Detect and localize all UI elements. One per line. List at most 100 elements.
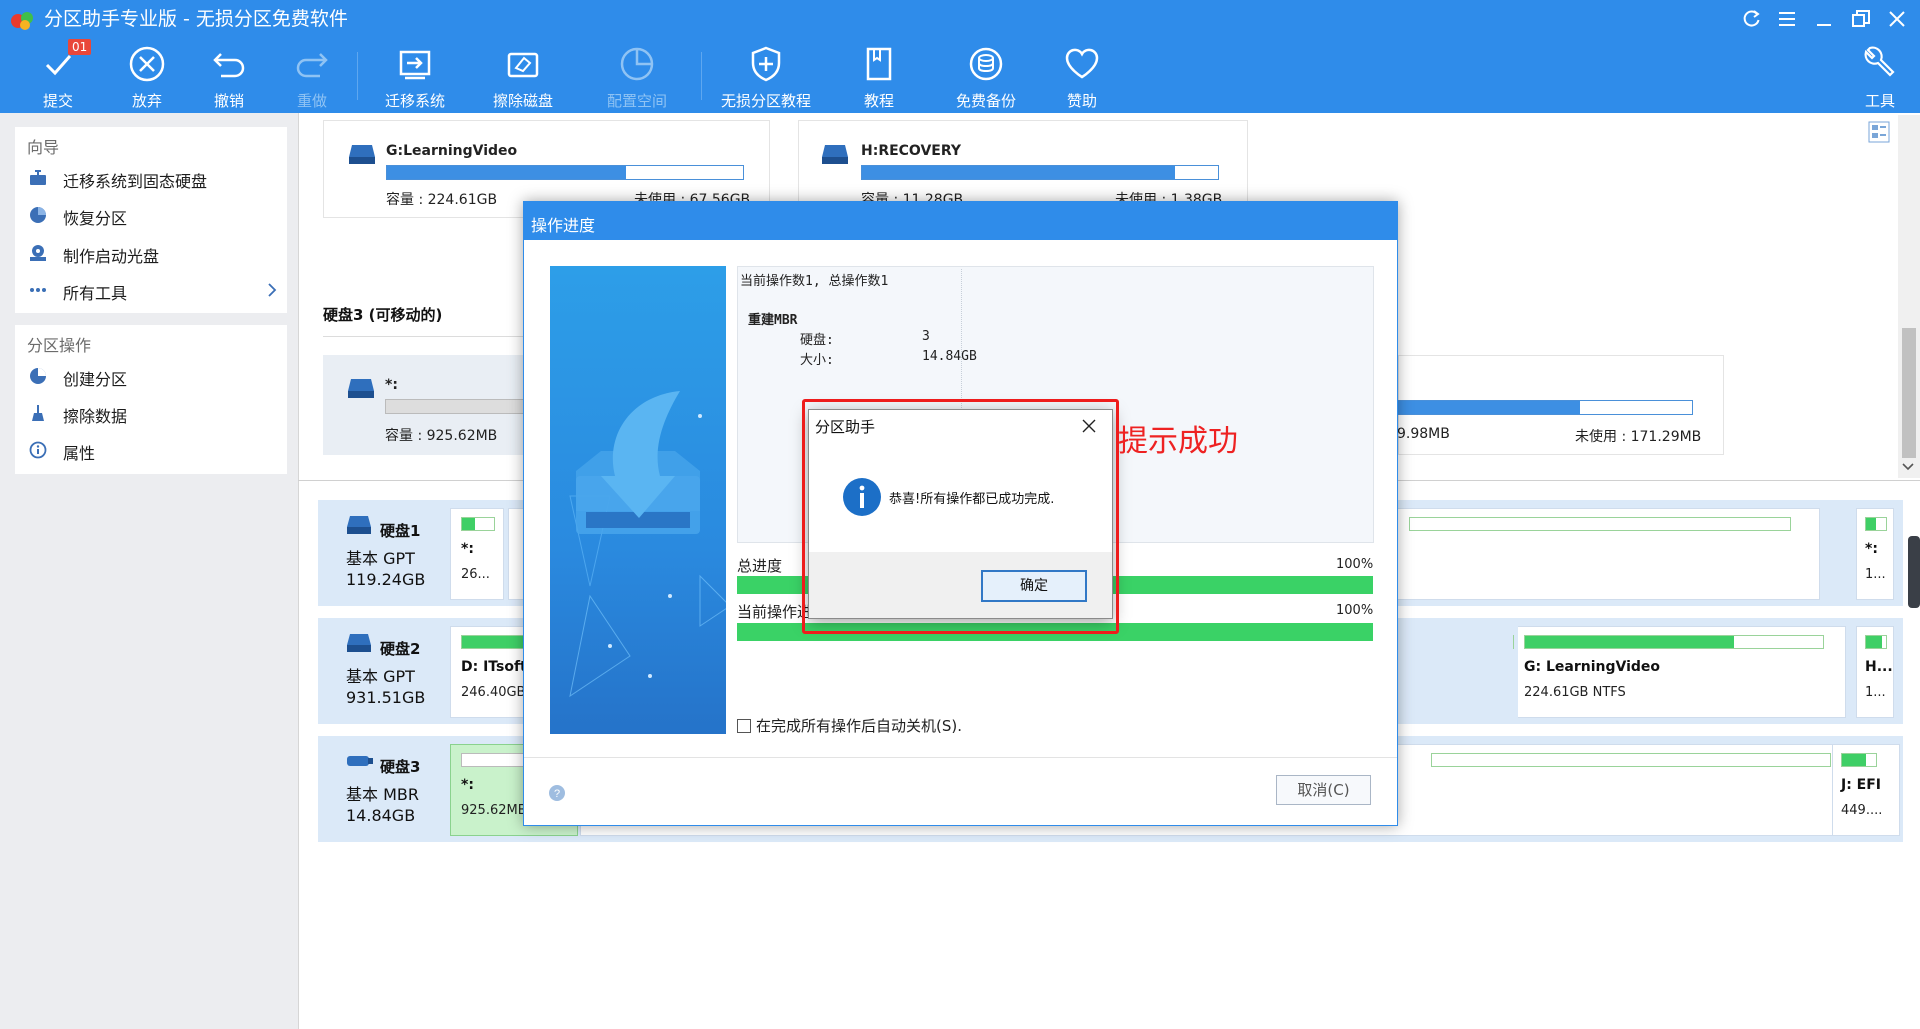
wrench-icon	[1860, 44, 1900, 84]
total-progress-label: 总进度	[737, 557, 783, 575]
free-backup-button[interactable]: 免费备份	[936, 42, 1036, 110]
disk-type: 基本 MBR	[346, 785, 419, 804]
highlight-box	[802, 399, 1119, 634]
donate-button[interactable]: 赞助	[1032, 42, 1132, 110]
current-progress-percent: 100%	[1336, 603, 1374, 618]
create-partition-icon	[29, 367, 47, 385]
segment-size: 1...	[1865, 567, 1886, 582]
sidebar-item-migrate-ssd[interactable]: 迁移系统到固态硬盘	[29, 162, 281, 194]
main-scrollbar-thumb[interactable]	[1902, 328, 1916, 458]
partition-name: *:	[385, 377, 398, 393]
partition-card-disk3-b[interactable]: 9.98MB 未使用 : 171.29MB	[1397, 355, 1724, 455]
auto-shutdown-checkbox[interactable]: 在完成所有操作后自动关机(S).	[737, 715, 962, 736]
allocate-space-button[interactable]: 配置空间	[587, 42, 687, 110]
disk-segment-g[interactable]: G: LearningVideo 224.61GB NTFS	[1518, 626, 1846, 718]
segment-usage-bar	[461, 517, 495, 531]
usage-bar-fill	[1398, 401, 1581, 414]
sidebar-item-boot-disc[interactable]: 制作启动光盘	[29, 237, 281, 269]
segment-name: D: ITsoft	[461, 659, 527, 675]
sidebar-item-all-tools[interactable]: 所有工具	[29, 274, 281, 306]
refresh-icon[interactable]	[1740, 8, 1766, 32]
migrate-disk-icon	[395, 44, 435, 84]
tutorial-label: 教程	[863, 92, 894, 110]
disk-segment[interactable]: H... 1...	[1856, 626, 1894, 718]
segment-name: *:	[461, 541, 474, 557]
dialog-footer-divider	[524, 757, 1397, 758]
svg-text:?: ?	[554, 788, 560, 800]
app-logo-icon	[10, 9, 36, 31]
eraser-disk-icon	[503, 44, 543, 84]
menu-icon[interactable]	[1776, 8, 1802, 32]
tools-button[interactable]: 工具	[1830, 42, 1920, 110]
section-divider	[323, 336, 523, 337]
cancel-circle-icon	[127, 44, 167, 84]
redo-button[interactable]: 重做	[262, 42, 362, 110]
lossless-tutorial-button[interactable]: 无损分区教程	[716, 42, 816, 110]
segment-usage-bar	[1524, 635, 1824, 649]
segment-usage-bar	[1865, 635, 1887, 649]
wizard-title: 向导	[27, 138, 60, 157]
tutorial-button[interactable]: 教程	[829, 42, 929, 110]
sidebar-item-recover-partition[interactable]: 恢复分区	[29, 199, 281, 231]
redo-label: 重做	[296, 92, 327, 110]
segment-usage-fill	[462, 518, 475, 530]
scroll-down-icon[interactable]	[1900, 460, 1916, 474]
log-size-label: 大小:	[800, 353, 834, 368]
segment-size: 26...	[461, 567, 490, 582]
disk-segment[interactable]: *: 26...	[450, 508, 504, 600]
log-size-value: 14.84GB	[922, 349, 977, 364]
cancel-button[interactable]: 取消(C)	[1276, 775, 1371, 805]
operation-title: 重建MBR	[748, 313, 798, 328]
heart-icon	[1062, 44, 1102, 84]
tools-label: 工具	[1864, 92, 1895, 110]
donate-label: 赞助	[1066, 92, 1097, 110]
segment-size: 224.61GB NTFS	[1524, 685, 1626, 700]
operation-count-line: 当前操作数1, 总操作数1	[740, 274, 889, 289]
disk-segment-efi[interactable]: J: EFI 449....	[1832, 744, 1900, 836]
disk-name: 硬盘3	[380, 758, 421, 776]
close-icon[interactable]	[1886, 8, 1912, 32]
disk-size: 119.24GB	[346, 570, 426, 589]
commit-count-badge: 01	[68, 39, 92, 55]
segment-usage-bar	[1841, 753, 1877, 767]
minimize-icon[interactable]	[1813, 8, 1839, 32]
log-disk-value: 3	[922, 329, 930, 344]
disk-drive-icon	[346, 515, 372, 535]
chevron-right-icon	[267, 282, 277, 298]
partition-ops-title: 分区操作	[27, 336, 92, 355]
checkbox-box[interactable]	[737, 719, 751, 733]
usage-bar	[386, 165, 744, 180]
sidebar-item-label: 创建分区	[63, 370, 128, 389]
wipe-disk-button[interactable]: 擦除磁盘	[473, 42, 573, 110]
info-icon	[29, 441, 47, 459]
commit-button[interactable]: 01 提交	[8, 39, 108, 110]
sidebar-item-label: 属性	[63, 444, 96, 463]
segment-name: G: LearningVideo	[1524, 659, 1661, 675]
ssd-icon	[29, 169, 47, 187]
help-icon[interactable]: ?	[548, 784, 566, 802]
sidebar-item-properties[interactable]: 属性	[29, 434, 281, 466]
partition-name: H:RECOVERY	[861, 143, 962, 159]
disk-size: 931.51GB	[346, 688, 426, 707]
annotation-text: 提示成功	[1118, 424, 1238, 459]
lossless-tutorial-label: 无损分区教程	[720, 92, 811, 110]
partition-card-disk3-a[interactable]: *: 容量 : 925.62MB	[323, 355, 525, 455]
partition-capacity: 容量 : 224.61GB	[386, 192, 498, 208]
segment-name: *:	[1865, 541, 1878, 557]
sidebar-item-wipe-data[interactable]: 擦除数据	[29, 397, 281, 429]
commit-label: 提交	[42, 92, 73, 110]
sidebar-item-create-partition[interactable]: 创建分区	[29, 360, 281, 392]
migrate-os-button[interactable]: 迁移系统	[365, 42, 465, 110]
side-handle[interactable]	[1908, 536, 1920, 608]
migrate-os-label: 迁移系统	[384, 92, 445, 110]
title-toolbar-bar: 分区助手专业版 - 无损分区免费软件 01 提交 放弃 撤销 重做 迁移系统 擦…	[0, 0, 1920, 113]
disk-segment[interactable]: *: 1...	[1856, 508, 1894, 600]
wizard-panel: 向导 迁移系统到固态硬盘 恢复分区 制作启动光盘 所有工具	[15, 127, 287, 313]
segment-usage-fill	[1866, 636, 1882, 648]
partition-ops-panel: 分区操作 创建分区 擦除数据 属性	[15, 325, 287, 474]
view-toggle-icon[interactable]	[1868, 121, 1890, 143]
total-progress-percent: 100%	[1336, 557, 1374, 572]
log-disk-label: 硬盘:	[800, 333, 834, 348]
restore-icon[interactable]	[1850, 8, 1876, 32]
usage-bar	[385, 399, 525, 414]
